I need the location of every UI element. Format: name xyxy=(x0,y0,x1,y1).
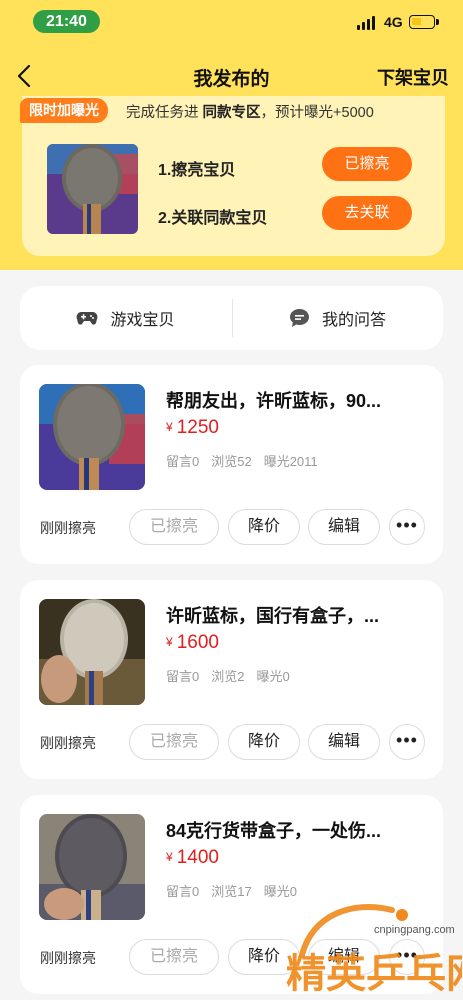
item-exposure: 曝光0 xyxy=(263,884,297,899)
item-title: 许昕蓝标，国行有盒子，... xyxy=(166,606,380,626)
item-card[interactable]: 84克行货带盒子，一处伤... ¥1400 留言0 浏览17 曝光0 刚刚擦亮 已擦… xyxy=(20,795,443,994)
item-title: 84克行货带盒子，一处伤... xyxy=(166,821,382,841)
item-card[interactable]: 帮朋友出，许昕蓝标，90... ¥1250 留言0 浏览52 曝光2011 刚刚擦亮… xyxy=(20,365,443,564)
reduce-price-button[interactable]: 降价 xyxy=(228,724,300,760)
item-comments: 留言0 xyxy=(166,669,200,684)
item-thumbnail xyxy=(39,384,145,490)
edit-button[interactable]: 编辑 xyxy=(308,939,380,975)
item-status: 刚刚擦亮 xyxy=(40,520,96,536)
reduce-price-button[interactable]: 降价 xyxy=(228,509,300,545)
item-comments: 留言0 xyxy=(166,454,200,469)
task-link-label: 2.关联同款宝贝 xyxy=(158,210,268,227)
status-time: 21:40 xyxy=(33,10,100,33)
tab-my-qa[interactable]: 我的问答 xyxy=(232,286,443,350)
item-price: ¥1400 xyxy=(166,847,219,868)
more-options-button[interactable]: ••• xyxy=(389,509,425,545)
task-link-button[interactable]: 去关联 xyxy=(322,196,412,230)
item-stats: 留言0 浏览17 曝光0 xyxy=(166,881,309,900)
battery-icon xyxy=(409,15,439,29)
network-type: 4G xyxy=(384,14,403,30)
item-status: 刚刚擦亮 xyxy=(40,950,96,966)
signal-icon xyxy=(357,16,377,30)
item-views: 浏览52 xyxy=(211,454,252,469)
item-stats: 留言0 浏览2 曝光0 xyxy=(166,666,302,685)
delist-items-button[interactable]: 下架宝贝 xyxy=(377,64,449,90)
more-options-button[interactable]: ••• xyxy=(389,939,425,975)
item-price: ¥1600 xyxy=(166,632,219,653)
promo-tag: 限时加曝光 xyxy=(20,98,108,123)
promo-item-thumbnail xyxy=(47,144,138,234)
item-status: 刚刚擦亮 xyxy=(40,735,96,751)
item-exposure: 曝光0 xyxy=(256,669,290,684)
item-comments: 留言0 xyxy=(166,884,200,899)
edit-button[interactable]: 编辑 xyxy=(308,724,380,760)
item-exposure: 曝光2011 xyxy=(263,454,318,469)
shine-button[interactable]: 已擦亮 xyxy=(129,939,219,975)
promo-description: 完成任务进 同款专区，预计曝光+5000 xyxy=(126,105,374,121)
task-shine-label: 1.擦亮宝贝 xyxy=(158,162,236,179)
reduce-price-button[interactable]: 降价 xyxy=(228,939,300,975)
gamepad-icon xyxy=(77,312,98,325)
shine-button[interactable]: 已擦亮 xyxy=(129,724,219,760)
item-title: 帮朋友出，许昕蓝标，90... xyxy=(166,391,382,411)
nav-bar: 我发布的 下架宝贝 xyxy=(0,50,463,102)
item-price: ¥1250 xyxy=(166,417,219,438)
tab-game-items[interactable]: 游戏宝贝 xyxy=(20,286,231,350)
promo-highlight: 同款专区 xyxy=(202,105,261,121)
item-views: 浏览17 xyxy=(211,884,252,899)
status-bar: 21:40 4G xyxy=(0,0,463,44)
item-thumbnail xyxy=(39,814,145,920)
tab-my-qa-label: 我的问答 xyxy=(321,312,386,329)
item-views: 浏览2 xyxy=(211,669,245,684)
item-thumbnail xyxy=(39,599,145,705)
tab-game-items-label: 游戏宝贝 xyxy=(110,312,175,329)
promo-card: 限时加曝光 完成任务进 同款专区，预计曝光+5000 1.擦亮宝贝 已擦亮 2.… xyxy=(20,96,445,256)
item-card[interactable]: 许昕蓝标，国行有盒子，... ¥1600 留言0 浏览2 曝光0 刚刚擦亮 已擦亮 … xyxy=(20,580,443,779)
item-stats: 留言0 浏览52 曝光2011 xyxy=(166,451,330,470)
task-shine-button[interactable]: 已擦亮 xyxy=(322,147,412,181)
back-arrow-icon[interactable] xyxy=(14,64,36,88)
more-options-button[interactable]: ••• xyxy=(389,724,425,760)
shine-button[interactable]: 已擦亮 xyxy=(129,509,219,545)
chat-bubble-icon xyxy=(289,309,309,327)
tabs-card: 游戏宝贝 我的问答 xyxy=(20,286,443,350)
edit-button[interactable]: 编辑 xyxy=(308,509,380,545)
